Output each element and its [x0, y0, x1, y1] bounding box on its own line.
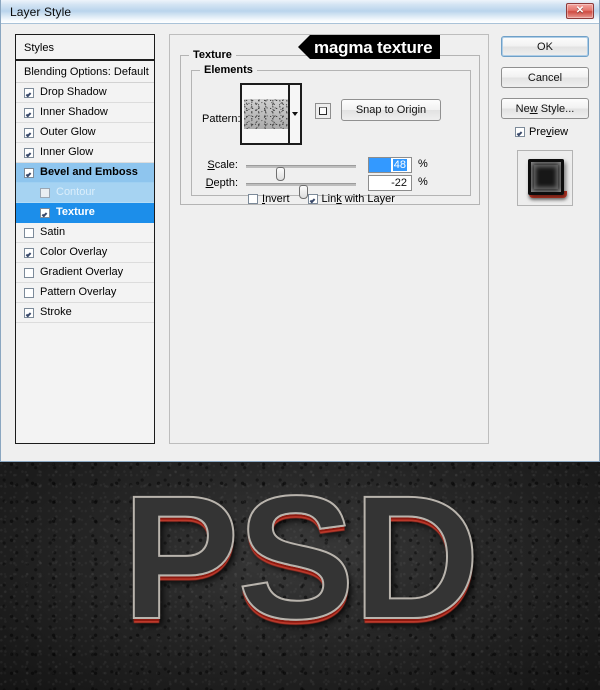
effect-checkbox[interactable] — [24, 227, 34, 238]
elements-group: Elements Pattern: Snap to Origin Scale: … — [191, 64, 471, 205]
texture-group-title: Texture — [189, 49, 236, 61]
effect-checkbox[interactable] — [24, 107, 34, 118]
scale-value: 48 — [392, 159, 407, 171]
effect-row[interactable]: Outer Glow — [16, 123, 154, 143]
preview-toggle[interactable]: Preview — [515, 126, 568, 138]
magma-texture-swatch — [244, 99, 290, 129]
elements-group-title: Elements — [200, 64, 257, 76]
effect-checkbox[interactable] — [24, 87, 34, 98]
effect-label: Color Overlay — [40, 246, 108, 258]
close-icon[interactable]: ✕ — [566, 3, 594, 19]
effect-row[interactable]: Gradient Overlay — [16, 263, 154, 283]
effect-row[interactable]: Pattern Overlay — [16, 283, 154, 303]
depth-slider-row: Depth: -22 % — [200, 175, 464, 199]
effect-label: Inner Shadow — [40, 106, 108, 118]
effect-checkbox[interactable] — [24, 267, 34, 278]
style-preview-thumbnail — [517, 150, 573, 206]
scale-slider-row: Scale: 48 % — [200, 157, 464, 181]
scale-unit: % — [418, 158, 428, 170]
new-style-button[interactable]: New Style... — [501, 98, 589, 119]
callout-arrow-icon — [298, 35, 310, 59]
texture-options-panel: Texture Elements Pattern: Snap to Origin… — [169, 34, 489, 444]
pattern-picker[interactable] — [240, 83, 302, 145]
effect-label: Pattern Overlay — [40, 286, 117, 298]
blending-options-row[interactable]: Blending Options: Default — [16, 61, 154, 83]
invert-checkbox[interactable] — [248, 194, 258, 204]
pattern-dropdown-button[interactable] — [288, 85, 300, 143]
effect-label: Inner Glow — [40, 146, 94, 158]
cancel-button[interactable]: Cancel — [501, 67, 589, 88]
scale-label: Scale: — [207, 159, 238, 171]
artwork-text: PSD — [121, 462, 481, 656]
texture-checkbox-row: Invert Link with Layer — [248, 193, 413, 205]
layer-style-dialog: Layer Style ✕ Styles Blending Options: D… — [0, 0, 600, 462]
dialog-title: Layer Style — [10, 5, 72, 19]
preview-checkbox[interactable] — [515, 127, 525, 137]
depth-value: -22 — [391, 177, 407, 189]
styles-header-label: Styles — [24, 42, 54, 54]
effect-checkbox[interactable] — [24, 147, 34, 158]
depth-label: Depth: — [205, 177, 238, 189]
dialog-body: Styles Blending Options: Default Drop Sh… — [1, 24, 599, 461]
ok-button[interactable]: OK — [501, 36, 589, 57]
effect-row[interactable]: Inner Glow — [16, 143, 154, 163]
callout-label: magma texture — [314, 37, 433, 57]
effect-row[interactable]: Satin — [16, 223, 154, 243]
preview-label: Preview — [529, 126, 569, 138]
effects-list: Drop Shadow Inner Shadow Outer Glow Inner G… — [16, 83, 154, 323]
scale-input[interactable]: 48 — [368, 157, 412, 173]
chevron-down-icon — [292, 112, 298, 116]
new-preset-icon — [319, 107, 327, 115]
effect-checkbox[interactable] — [24, 127, 34, 138]
effect-checkbox[interactable] — [40, 187, 50, 198]
effect-row[interactable]: Drop Shadow — [16, 83, 154, 103]
effect-label: Drop Shadow — [40, 86, 107, 98]
dialog-button-column: OK Cancel New Style... Preview — [499, 34, 591, 444]
pattern-label: Pattern: — [202, 113, 241, 125]
effect-row[interactable]: Contour — [16, 183, 154, 203]
effect-label: Contour — [56, 186, 96, 198]
invert-label: Invert — [262, 193, 290, 205]
effect-label: Stroke — [40, 306, 72, 318]
effect-label: Outer Glow — [40, 126, 96, 138]
effect-checkbox[interactable] — [24, 287, 34, 298]
link-with-layer-label: Link with Layer — [321, 193, 395, 205]
effect-row[interactable]: Inner Shadow — [16, 103, 154, 123]
depth-slider-track[interactable] — [246, 183, 356, 199]
depth-unit: % — [418, 176, 428, 188]
effect-label: Satin — [40, 226, 66, 238]
screenshot-root: Layer Style ✕ Styles Blending Options: D… — [0, 0, 600, 690]
effect-label: Gradient Overlay — [40, 266, 124, 278]
effect-row[interactable]: Stroke — [16, 303, 154, 323]
effect-checkbox[interactable] — [24, 307, 34, 318]
styles-list-panel: Styles Blending Options: Default Drop Sh… — [15, 34, 155, 444]
result-artwork: PSD — [0, 462, 600, 690]
effect-checkbox[interactable] — [24, 247, 34, 258]
effect-row[interactable]: Color Overlay — [16, 243, 154, 263]
blending-options-label: Blending Options: Default — [24, 66, 149, 78]
effect-checkbox[interactable] — [40, 207, 50, 218]
effect-label: Bevel and Emboss — [40, 166, 138, 178]
link-with-layer-checkbox[interactable] — [307, 194, 318, 204]
texture-group: Texture Elements Pattern: Snap to Origin… — [180, 49, 480, 205]
effect-row[interactable]: Texture — [16, 203, 154, 223]
depth-input[interactable]: -22 — [368, 175, 412, 191]
effect-row[interactable]: Bevel and Emboss — [16, 163, 154, 183]
new-style-label: New Style... — [515, 102, 575, 115]
styles-header[interactable]: Styles — [16, 35, 154, 61]
new-preset-button[interactable] — [315, 103, 331, 119]
effect-checkbox[interactable] — [24, 167, 34, 178]
scale-slider-track[interactable] — [246, 165, 356, 181]
magma-texture-callout: magma texture — [298, 35, 441, 59]
effect-label: Texture — [56, 206, 95, 218]
preview-chip — [528, 159, 564, 195]
dialog-titlebar[interactable]: Layer Style ✕ — [1, 0, 599, 24]
snap-to-origin-button[interactable]: Snap to Origin — [341, 99, 441, 121]
